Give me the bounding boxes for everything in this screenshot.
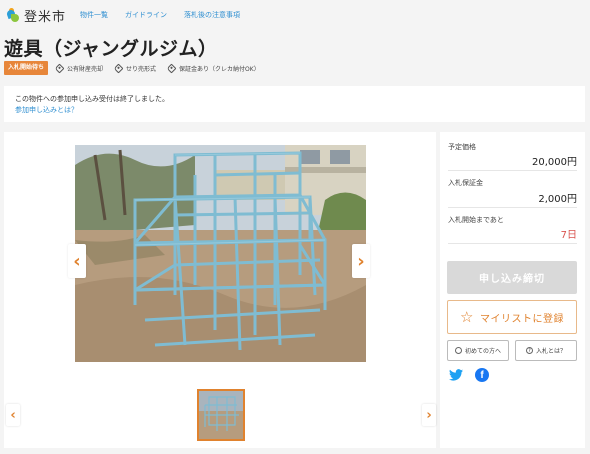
divider: [448, 207, 577, 208]
nav-item-list[interactable]: 物件一覧: [80, 10, 108, 20]
first-time-label: 初めての方へ: [464, 348, 501, 355]
about-bid-button[interactable]: ? 入札とは？: [515, 340, 577, 361]
notice-box: この物件への参加申し込み受付は終了しました。 参加申し込みとは？: [4, 86, 585, 122]
nav-item-guideline[interactable]: ガイドライン: [125, 10, 167, 20]
tag-row: 入札開始待ち 公有財産売却 せり売形式 保証金あり（クレカ納付OK）: [4, 61, 272, 75]
twitter-icon-glyph: [449, 369, 463, 381]
photo-thumbnail[interactable]: [197, 389, 245, 441]
chevron-left-icon: ‹: [10, 407, 16, 423]
price-value: 20,000円: [532, 157, 577, 168]
chevron-left-icon: ‹: [73, 250, 81, 272]
tag-item: 保証金あり（クレカ納付OK）: [166, 63, 260, 73]
until-value: 7日: [560, 230, 577, 241]
prev-photo-button[interactable]: ‹: [68, 244, 86, 278]
apply-closed-button[interactable]: 申し込み締切: [447, 261, 577, 294]
tag-icon: [166, 63, 177, 73]
help-icon: [454, 347, 462, 354]
deposit-label: 入札保証金: [448, 179, 483, 187]
chevron-right-icon: ›: [426, 407, 432, 423]
thumbnail-image: [199, 391, 243, 439]
twitter-icon[interactable]: [449, 368, 463, 382]
tag-label: 公有財産売却: [67, 65, 104, 73]
about-bid-label: 入札とは？: [535, 348, 566, 355]
photo-panel: ‹ › ‹ ›: [4, 132, 436, 448]
item-photo[interactable]: [75, 145, 366, 362]
tag-icon: [113, 63, 124, 73]
first-time-button[interactable]: 初めての方へ: [447, 340, 509, 361]
site-name[interactable]: 登米市: [24, 6, 66, 25]
deposit-value: 2,000円: [538, 194, 577, 205]
star-icon: ☆: [460, 307, 474, 326]
status-badge: 入札開始待ち: [4, 61, 49, 75]
notice-link[interactable]: 参加申し込みとは？: [15, 105, 574, 116]
next-photo-button[interactable]: ›: [352, 244, 370, 278]
add-to-mylist-button[interactable]: ☆ マイリストに登録: [447, 300, 577, 334]
tag-icon: [54, 63, 65, 73]
tag-item: 公有財産売却: [54, 63, 104, 73]
next-thumbnail-button[interactable]: ›: [422, 404, 436, 426]
tag-item: せり売形式: [113, 63, 157, 73]
mylist-label: マイリストに登録: [479, 313, 564, 325]
facebook-icon[interactable]: f: [475, 368, 489, 382]
city-logo-icon[interactable]: [5, 8, 20, 22]
nav-item-notes[interactable]: 落札後の注意事項: [184, 10, 240, 20]
divider: [448, 170, 577, 171]
tag-label: 保証金あり（クレカ納付OK）: [179, 65, 260, 73]
divider: [448, 243, 577, 244]
jungle-gym-photo: [75, 145, 366, 362]
site-header: 登米市 物件一覧 ガイドライン 落札後の注意事項: [0, 0, 590, 30]
price-label: 予定価格: [448, 143, 476, 151]
chevron-right-icon: ›: [357, 250, 365, 272]
question-icon: ?: [525, 347, 533, 354]
notice-text: この物件への参加申し込み受付は終了しました。: [15, 95, 169, 103]
tag-label: せり売形式: [126, 65, 157, 73]
prev-thumbnail-button[interactable]: ‹: [6, 404, 20, 426]
bid-info-panel: 予定価格 20,000円 入札保証金 2,000円 入札開始まであと 7日 申し…: [440, 132, 585, 448]
until-label: 入札開始まであと: [448, 216, 504, 224]
page-title: 遊具（ジャングルジム）: [4, 38, 218, 60]
